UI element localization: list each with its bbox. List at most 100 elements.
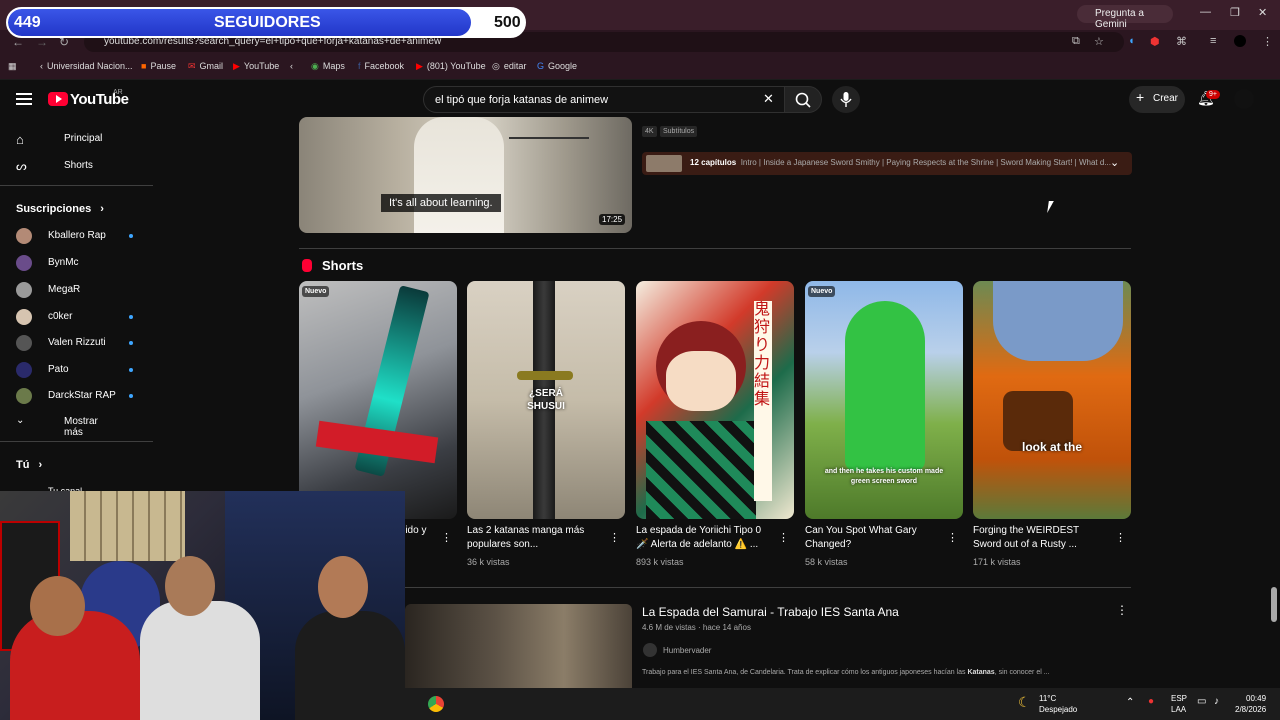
scrollbar-thumb[interactable] — [1271, 587, 1277, 622]
webcam-person-right-head — [318, 556, 368, 618]
more-options-icon[interactable]: ⋮ — [1115, 531, 1126, 544]
gemini-button[interactable]: Pregunta a Gemini — [1077, 5, 1173, 30]
subscriptions-header[interactable]: Suscripciones › — [16, 203, 104, 215]
chevron-right-icon: › — [38, 459, 43, 471]
search-input[interactable]: el tipó que forja katanas de animew — [423, 86, 785, 113]
hamburger-menu-icon[interactable] — [16, 93, 32, 105]
clear-search-icon[interactable]: ✕ — [763, 91, 774, 107]
language-code[interactable]: ESP — [1171, 694, 1187, 703]
short-views: 171 k vistas — [973, 557, 1021, 567]
restore-icon[interactable]: ❐ — [1230, 6, 1240, 19]
bookmark-label: Pause — [150, 61, 176, 71]
search-button[interactable] — [784, 86, 822, 113]
network-icon[interactable]: ▭ — [1197, 696, 1206, 707]
keyboard-layout[interactable]: LAA — [1171, 705, 1186, 714]
menu-icon[interactable]: ⋮ — [1262, 35, 1273, 48]
sidebar-label: Principal — [64, 133, 103, 144]
chapters-bar[interactable]: 12 capítulos Intro | Inside a Japanese S… — [642, 152, 1132, 175]
bookmark-4[interactable]: ▶ YouTube — [233, 61, 279, 72]
mic-icon — [840, 92, 852, 107]
short-views: 58 k vistas — [805, 557, 848, 567]
extension-icon[interactable]: ◖ — [1128, 35, 1135, 47]
media-icon[interactable]: ≡ — [1210, 35, 1216, 47]
bookmark-1[interactable]: ‹ Universidad Nacion... — [40, 61, 133, 71]
chrome-taskbar-icon[interactable] — [428, 696, 444, 712]
chevron-down-icon: ⌄ — [16, 415, 25, 426]
adblock-icon[interactable]: ⬢ — [1150, 35, 1160, 48]
short-card[interactable]: look at the — [973, 281, 1131, 519]
more-options-icon[interactable]: ⋮ — [947, 531, 958, 544]
webcam-person-right — [295, 611, 405, 720]
sub-name: Pato — [48, 364, 69, 375]
bookmark-star-icon[interactable]: ☆ — [1094, 35, 1104, 48]
avatar — [16, 362, 32, 378]
bookmark-label: YouTube — [243, 61, 280, 71]
weather-temp[interactable]: 11°C — [1039, 694, 1056, 703]
bookmark-6[interactable]: ◉ Maps — [311, 61, 345, 72]
create-button[interactable]: + Crear — [1129, 86, 1185, 113]
short-card[interactable]: 鬼狩り力結集 — [636, 281, 794, 519]
short-card[interactable]: ¿SERÁ SHUSUI — [467, 281, 625, 519]
clock-date[interactable]: 2/8/2026 — [1235, 705, 1266, 714]
bookmark-label: (801) YouTube — [426, 61, 486, 71]
short-card[interactable] — [299, 281, 457, 519]
divider — [299, 587, 1131, 588]
voice-search-button[interactable] — [832, 86, 860, 113]
short-overlay-text: ¿SERÁ SHUSUI — [527, 388, 565, 412]
more-options-icon[interactable]: ⋮ — [609, 531, 620, 544]
plus-icon: + — [1136, 89, 1145, 105]
bookmark-8[interactable]: ▶ (801) YouTube — [416, 61, 486, 72]
weather-condition[interactable]: Despejado — [1039, 705, 1077, 714]
chevron-right-icon: › — [100, 203, 104, 215]
short-title[interactable]: Las 2 katanas manga más populares son... — [467, 524, 602, 552]
bookmark-10[interactable]: G Google — [537, 61, 577, 71]
video-caption: It's all about learning. — [381, 194, 501, 212]
bookmark-7[interactable]: f Facebook — [358, 61, 404, 71]
puzzle-icon[interactable]: ⌘ — [1176, 35, 1187, 48]
more-options-icon[interactable]: ⋮ — [778, 531, 789, 544]
video-thumbnail[interactable] — [299, 117, 632, 233]
avatar — [16, 282, 32, 298]
show-more-button[interactable]: ⌄ Mostrar más — [16, 415, 98, 438]
youtube-logo-icon[interactable] — [48, 92, 68, 106]
apps-icon[interactable]: ▦ — [8, 61, 17, 72]
more-options-icon[interactable]: ⋮ — [441, 531, 452, 544]
bookmark-2[interactable]: ■ Pause — [141, 61, 176, 71]
short-views: 893 k vistas — [636, 557, 684, 567]
chapters-count: 12 capítulos — [690, 158, 737, 167]
notification-badge: 9+ — [1206, 90, 1220, 99]
account-avatar[interactable] — [1234, 89, 1254, 109]
short-title[interactable]: Forging the WEIRDEST Sword out of a Rust… — [973, 524, 1108, 552]
clock-time[interactable]: 00:49 — [1246, 694, 1266, 703]
more-options-icon[interactable]: ⋮ — [1116, 603, 1128, 617]
bookmark-9[interactable]: ◎ editar — [492, 61, 526, 72]
profile-avatar[interactable] — [1234, 35, 1246, 47]
bookmark-3[interactable]: ✉ Gmail — [188, 61, 223, 72]
bookmark-5[interactable]: ‹ — [290, 61, 297, 71]
thumbnail-tools — [509, 137, 589, 207]
mic-tray-icon[interactable]: ● — [1148, 696, 1154, 707]
short-title[interactable]: La espada de Yoriichi Tipo 0 🗡️ Alerta d… — [636, 524, 771, 552]
thumbnail-glove — [993, 281, 1123, 361]
close-icon[interactable]: ✕ — [1258, 6, 1267, 19]
volume-icon[interactable]: ♪ — [1214, 696, 1219, 707]
you-header[interactable]: Tú › — [16, 459, 42, 471]
description-text: Trabajo para el IES Santa Ana, de Candel… — [642, 669, 968, 676]
cast-icon[interactable]: ⧉ — [1072, 35, 1080, 48]
short-card[interactable]: and then he takes his custom made green … — [805, 281, 963, 519]
video-title[interactable]: La Espada del Samurai - Trabajo IES Sant… — [642, 605, 899, 619]
short-overlay-text: look at the — [1021, 440, 1082, 454]
bookmark-label: Google — [548, 61, 578, 71]
description-text: , sin conocer el ... — [994, 669, 1050, 676]
channel-name[interactable]: Humbervader — [663, 646, 711, 655]
sidebar-item-shorts[interactable]: ᔕ Shorts — [16, 159, 93, 173]
minimize-icon[interactable]: — — [1200, 6, 1211, 18]
new-content-dot — [129, 394, 133, 398]
sidebar-item-home[interactable]: ⌂ Principal — [16, 132, 102, 147]
short-title[interactable]: Can You Spot What Gary Changed? — [805, 524, 940, 552]
chevron-down-icon[interactable]: ⌄ — [1110, 156, 1119, 169]
video-thumbnail[interactable] — [405, 604, 632, 688]
chevron-up-icon[interactable]: ⌃ — [1126, 697, 1134, 708]
channel-avatar[interactable] — [643, 643, 657, 657]
mouse-cursor — [1047, 201, 1054, 213]
